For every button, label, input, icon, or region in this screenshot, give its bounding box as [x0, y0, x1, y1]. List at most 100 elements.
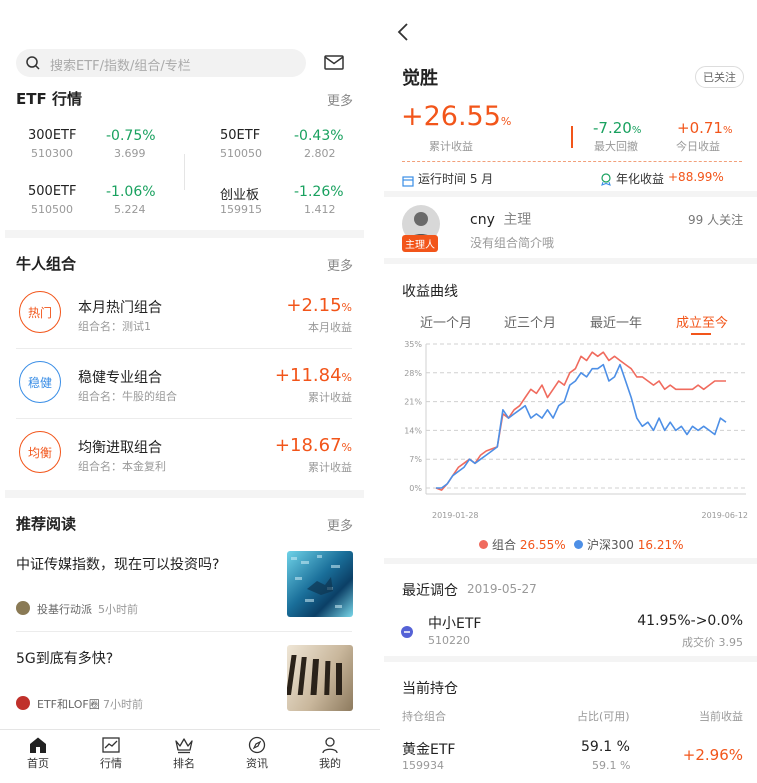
rebalance-price: 成交价 3.95 — [682, 636, 743, 649]
section-separator — [5, 490, 364, 498]
metric-divider — [571, 126, 573, 148]
drawdown-label: 最大回撤 — [594, 140, 638, 153]
y-tick-label: 35% — [404, 340, 422, 349]
rebalance-change: 41.95%->0.0% — [637, 613, 743, 629]
today-percent: % — [722, 125, 733, 136]
today-value: +0.71 — [677, 119, 723, 137]
portfolio-item[interactable]: 稳健 稳健专业组合 组合名：牛股的组合 +11.84% 累计收益 — [16, 358, 356, 418]
etf-item[interactable]: 500ETF 510500 -1.06% 5.224 — [16, 184, 186, 220]
nav-mine[interactable]: 我的 — [300, 736, 360, 771]
follow-button[interactable]: 已关注 — [695, 66, 744, 88]
section-separator — [384, 191, 757, 197]
nav-news[interactable]: 资讯 — [227, 736, 287, 771]
etf-price: 5.224 — [114, 203, 146, 216]
tab-3-months[interactable]: 近三个月 — [504, 312, 556, 331]
manager-username: cny — [470, 212, 495, 228]
manager-name: cny 主理 — [470, 209, 531, 229]
back-icon[interactable] — [396, 22, 410, 46]
portfolio-return: +11.84% — [275, 365, 352, 386]
portfolio-subtitle: 组合名：本金复利 — [78, 460, 166, 473]
holdings-header-ratio: 占比(可用) — [577, 710, 630, 723]
article-item[interactable]: 5G到底有多快? ETF和LOF圈 7小时前 — [16, 642, 356, 712]
holding-row[interactable]: 黄金ETF 159934 59.1 % 59.1 % +2.96% — [380, 734, 757, 779]
portfolio-item[interactable]: 热门 本月热门组合 组合名：测试1 +2.15% 本月收益 — [16, 288, 356, 348]
search-icon — [25, 55, 41, 71]
article-title: 5G到底有多快? — [16, 651, 114, 667]
calendar-icon — [402, 172, 414, 191]
return-percent: % — [341, 371, 352, 384]
portfolio-item[interactable]: 均衡 均衡进取组合 组合名：本金复利 +18.67% 累计收益 — [16, 428, 356, 488]
nav-market[interactable]: 行情 — [81, 736, 141, 771]
tab-since-inception[interactable]: 成立至今 — [676, 312, 728, 331]
etf-item[interactable]: 创业板 159915 -1.26% 1.412 — [206, 184, 376, 220]
reading-more-link[interactable]: 更多 — [327, 515, 353, 534]
rebalance-title: 最近调仓 — [402, 583, 458, 599]
legend-name: 沪深300 — [587, 538, 634, 552]
tab-1-month[interactable]: 近一个月 — [420, 312, 472, 331]
manager-badge: 主理人 — [402, 235, 438, 252]
portfolio-badge: 热门 — [19, 291, 61, 333]
etf-change: -1.26% — [294, 184, 344, 200]
portfolio-subtitle: 组合名：测试1 — [78, 320, 151, 333]
nav-label: 首页 — [27, 757, 49, 770]
nav-label: 行情 — [100, 757, 122, 770]
article-thumbnail — [287, 551, 353, 617]
etf-code: 159915 — [220, 203, 262, 216]
holdings-title: 当前持仓 — [402, 681, 458, 697]
tab-1-year[interactable]: 最近一年 — [590, 312, 642, 331]
etf-item[interactable]: 300ETF 510300 -0.75% 3.699 — [16, 128, 186, 164]
search-placeholder: 搜索ETF/指数/组合/专栏 — [50, 59, 191, 74]
holding-code: 159934 — [402, 759, 444, 772]
legend-portfolio: 组合 26.55% — [479, 536, 566, 553]
compass-icon — [248, 736, 266, 754]
return-value: +18.67 — [274, 435, 342, 456]
etf-price: 1.412 — [304, 203, 336, 216]
cumulative-label: 累计收益 — [429, 140, 473, 153]
nav-label: 资讯 — [246, 757, 268, 770]
portfolio-subtitle: 组合名：牛股的组合 — [78, 390, 177, 403]
mail-icon[interactable] — [324, 55, 344, 71]
drawdown-percent: % — [631, 125, 642, 136]
etf-price: 3.699 — [114, 147, 146, 160]
today-return: +0.71% — [677, 119, 732, 137]
holding-available: 59.1 % — [592, 759, 631, 772]
portfolio-badge: 均衡 — [19, 431, 61, 473]
max-drawdown: -7.20% — [593, 119, 641, 137]
holdings-header-return: 当前收益 — [699, 710, 743, 723]
nav-ranking[interactable]: 排名 — [154, 736, 214, 771]
curve-title: 收益曲线 — [402, 284, 458, 300]
etf-item[interactable]: 50ETF 510050 -0.43% 2.802 — [206, 128, 376, 164]
manager-role: 主理 — [503, 212, 532, 228]
author-avatar — [16, 696, 30, 710]
holding-return: +2.96% — [682, 746, 743, 764]
etf-name: 300ETF — [28, 128, 77, 143]
search-bar[interactable]: 搜索ETF/指数/组合/专栏 — [16, 49, 306, 77]
rebalance-fund-code: 510220 — [428, 634, 470, 647]
portfolio-title: 均衡进取组合 — [78, 440, 162, 456]
trophy-icon — [600, 171, 612, 190]
holdings-header-name: 持仓组合 — [402, 710, 446, 723]
portfolio-name: 觉胜 — [402, 68, 438, 89]
etf-change: -0.75% — [106, 128, 156, 144]
y-tick-label: 7% — [409, 455, 422, 464]
etf-name: 50ETF — [220, 128, 261, 143]
y-tick-label: 0% — [409, 484, 422, 493]
nav-home[interactable]: 首页 — [8, 736, 68, 771]
x-tick-label-start: 2019-01-28 — [432, 511, 479, 520]
article-author: ETF和LOF圈 — [37, 698, 100, 711]
annual-label: 年化收益 — [616, 172, 665, 186]
manager-intro: 没有组合简介哦 — [470, 236, 555, 250]
rebalance-date: 2019-05-27 — [467, 582, 537, 596]
article-item[interactable]: 中证传媒指数，现在可以投资吗? 投基行动派 5小时前 — [16, 550, 356, 620]
crown-icon — [174, 736, 194, 754]
etf-price: 2.802 — [304, 147, 336, 160]
etf-code: 510050 — [220, 147, 262, 160]
cumulative-percent: % — [500, 115, 512, 128]
portfolio-more-link[interactable]: 更多 — [327, 255, 353, 274]
section-separator — [384, 258, 757, 264]
etf-more-link[interactable]: 更多 — [327, 90, 353, 109]
active-tab-underline — [691, 333, 711, 335]
series-line — [436, 363, 727, 489]
minus-circle-icon — [401, 623, 413, 642]
portfolio-return-label: 累计收益 — [308, 461, 352, 474]
